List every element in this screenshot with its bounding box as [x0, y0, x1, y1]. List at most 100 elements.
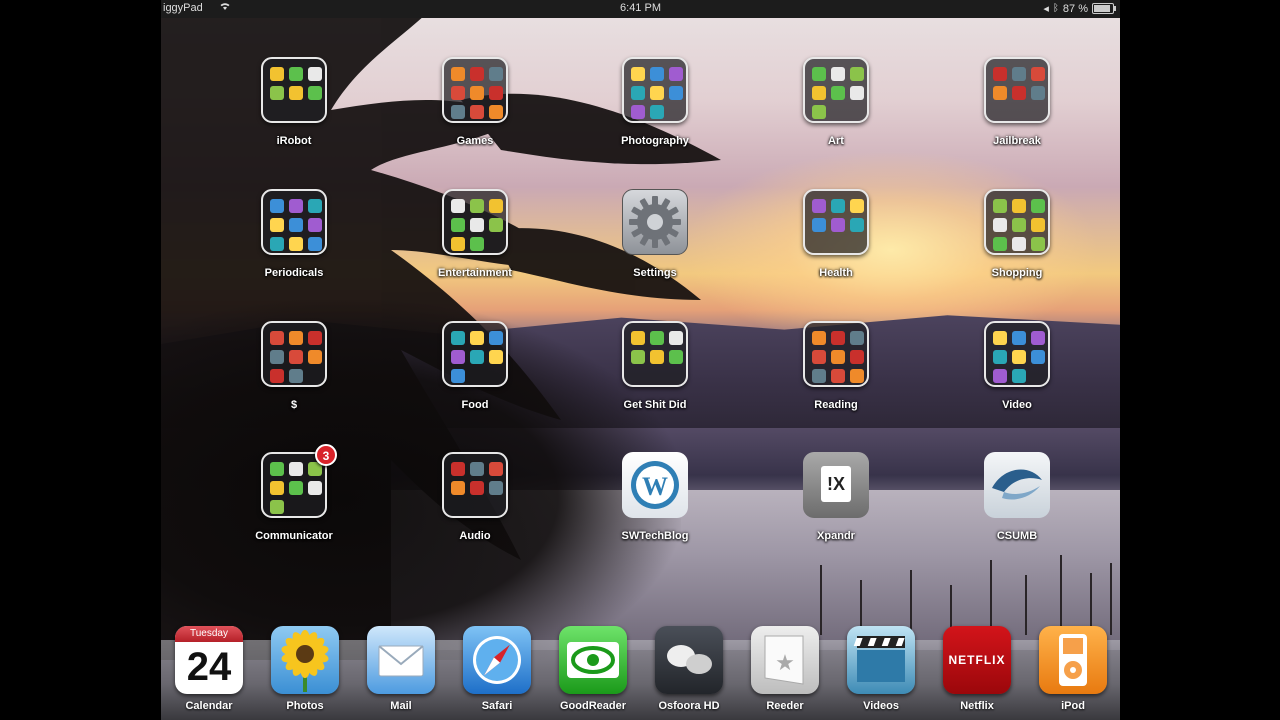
battery-fill [1094, 5, 1110, 12]
calendar-icon: Tuesday 24 [175, 626, 243, 694]
folder-mini-app-icon [850, 199, 864, 213]
folder-mini-app-icon [850, 218, 864, 232]
folder-health[interactable]: Health [785, 189, 895, 299]
icon-label: Entertainment [438, 267, 512, 279]
folder-audio[interactable]: Audio [424, 452, 534, 562]
app-icon-settings[interactable]: Settings [604, 189, 714, 299]
icon-label: Xpandr [817, 530, 855, 542]
folder-mini-app-icon [289, 218, 303, 232]
folder-games[interactable]: Games [424, 57, 534, 167]
app-icon-xpandr[interactable]: !X Xpandr [785, 452, 895, 562]
dock-app-videos[interactable]: Videos [833, 626, 929, 720]
folder-photography[interactable]: Photography [604, 57, 714, 167]
folder-mini-app-icon [812, 199, 826, 213]
dock-app-ipod[interactable]: iPod [1025, 626, 1120, 720]
folder-mini-app-icon [669, 350, 683, 364]
folder-reading[interactable]: Reading [785, 321, 895, 431]
dock-app-photos[interactable]: Photos [257, 626, 353, 720]
safari-icon [463, 626, 531, 694]
folder-tile [261, 57, 327, 123]
folder-mini-app-icon [308, 67, 322, 81]
icon-label: Photography [621, 135, 689, 147]
status-bar: iggyPad 6:41 PM ◂ ᛒ 87 % [161, 0, 1120, 18]
folder-communicator[interactable]: 3 Communicator [243, 444, 353, 562]
dock-app-goodreader[interactable]: GoodReader [545, 626, 641, 720]
rotation-lock-icon: ◂ [1043, 3, 1049, 15]
folder-food[interactable]: Food [424, 321, 534, 431]
folder-mini-app-icon [1012, 86, 1026, 100]
battery-percent: 87 % [1062, 2, 1088, 15]
dock-app-osfoora[interactable]: Osfoora HD [641, 626, 737, 720]
dock-app-calendar[interactable]: Tuesday 24 Calendar [161, 626, 257, 720]
folder-mini-app-icon [489, 481, 503, 495]
dock-app-safari[interactable]: Safari [449, 626, 545, 720]
folder-get-shit-did[interactable]: Get Shit Did [604, 321, 714, 431]
folder-mini-app-icon [489, 105, 503, 119]
folder-mini-app-icon [850, 369, 864, 383]
folder-mini-app-icon [1031, 199, 1045, 213]
folder-mini-app-icon [451, 105, 465, 119]
folder-mini-app-icon [831, 218, 845, 232]
folder-tile [442, 189, 508, 255]
dock-app-label: Netflix [960, 700, 994, 712]
icon-label: CSUMB [996, 530, 1038, 542]
folder-mini-app-icon [1012, 369, 1026, 383]
folder-tile [442, 452, 508, 518]
folder-shopping[interactable]: Shopping [966, 189, 1076, 299]
folder-mini-app-icon [451, 67, 465, 81]
folder-periodicals[interactable]: Periodicals [243, 189, 353, 299]
dock-app-label: GoodReader [559, 700, 626, 712]
folder-mini-app-icon [669, 86, 683, 100]
folder-mini-app-icon [831, 67, 845, 81]
folder-mini-app-icon [850, 350, 864, 364]
xpandr-glyph: !X [821, 466, 851, 502]
icon-label: Games [456, 135, 494, 147]
folder-mini-app-icon [470, 331, 484, 345]
folder-mini-app-icon [1012, 67, 1026, 81]
folder-mini-app-icon [470, 218, 484, 232]
app-icon-csumb[interactable]: CSUMB [966, 452, 1076, 562]
folder-mini-app-icon [270, 218, 284, 232]
folder-mini-app-icon [451, 331, 465, 345]
dock-app-netflix[interactable]: NETFLIX Netflix [929, 626, 1025, 720]
folder-mini-app-icon [1031, 67, 1045, 81]
dock-app-label: Mail [390, 700, 412, 712]
reeder-icon: ★ [751, 626, 819, 694]
folder-mini-app-icon [451, 86, 465, 100]
folder-mini-app-icon [470, 350, 484, 364]
folder-mini-app-icon [631, 105, 645, 119]
folder-art[interactable]: Art [785, 57, 895, 167]
folder-mini-app-icon [451, 462, 465, 476]
folder-mini-app-icon [270, 500, 284, 514]
folder-mini-app-icon [831, 331, 845, 345]
dock-app-reeder[interactable]: ★ Reeder [737, 626, 833, 720]
folder-mini-app-icon [470, 481, 484, 495]
folder-tile [261, 321, 327, 387]
folder-mini-app-icon [1012, 331, 1026, 345]
dock-app-label: Reeder [766, 700, 804, 712]
wordpress-icon: W [622, 452, 688, 518]
folder-mini-app-icon [631, 331, 645, 345]
folder-mini-app-icon [812, 331, 826, 345]
folder-tile [984, 321, 1050, 387]
folder-mini-app-icon [308, 350, 322, 364]
folder-mini-app-icon [270, 331, 284, 345]
icon-label: Food [461, 399, 489, 411]
folder-mini-app-icon [308, 86, 322, 100]
folder-jailbreak[interactable]: Jailbreak [966, 57, 1076, 167]
folder-mini-app-icon [1012, 218, 1026, 232]
folder-mini-app-icon [489, 331, 503, 345]
folder-video[interactable]: Video [966, 321, 1076, 431]
icon-label: Get Shit Did [623, 399, 687, 411]
folder-mini-app-icon [850, 67, 864, 81]
folder-entertainment[interactable]: Entertainment [424, 189, 534, 299]
app-icon-swtechblog[interactable]: W SWTechBlog [604, 452, 714, 562]
dock-app-mail[interactable]: Mail [353, 626, 449, 720]
folder-mini-app-icon [831, 350, 845, 364]
folder-irobot[interactable]: iRobot [243, 57, 353, 167]
folder-mini-app-icon [831, 86, 845, 100]
folder-mini-app-icon [1031, 218, 1045, 232]
folder-dollar[interactable]: $ [243, 321, 353, 431]
folder-mini-app-icon [270, 481, 284, 495]
wallpaper-foliage [161, 300, 681, 660]
